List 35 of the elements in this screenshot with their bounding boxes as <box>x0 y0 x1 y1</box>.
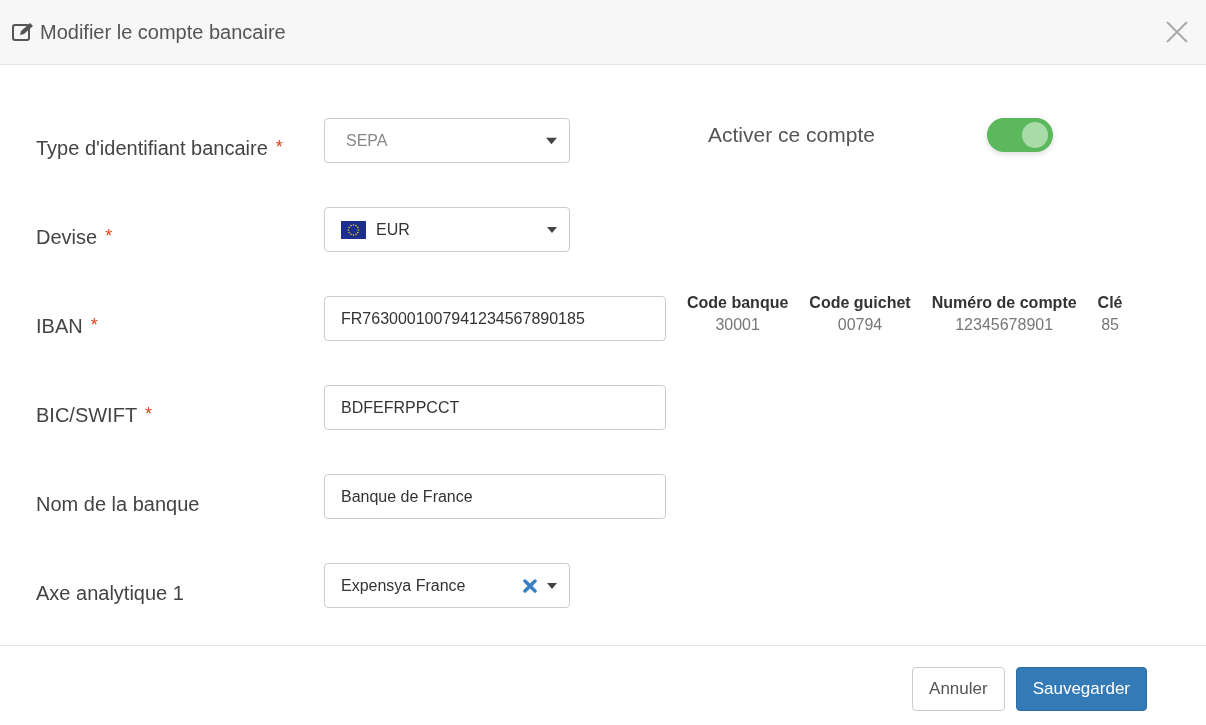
save-button[interactable]: Sauvegarder <box>1015 667 1147 711</box>
text-field[interactable]: Banque de France <box>324 474 666 519</box>
detail-heading: Code banque <box>687 293 789 312</box>
dialog-title: Modifier le compte bancaire <box>40 20 287 44</box>
currency-select[interactable]: EUR <box>324 207 570 252</box>
detail-heading: Code guichet <box>809 293 911 312</box>
caret-icon <box>546 135 557 146</box>
required-mark: * <box>90 315 98 336</box>
field-label: Axe analytique 1 <box>36 582 184 605</box>
required-mark: * <box>145 404 153 425</box>
text-field[interactable]: FR7630001007941234567890185 <box>324 296 666 341</box>
toggle-switch[interactable] <box>986 117 1053 152</box>
required-mark: * <box>105 226 113 247</box>
close-icon <box>1166 21 1188 43</box>
toggle-label: Activer ce compte <box>708 122 875 147</box>
caret-icon <box>547 226 557 233</box>
field-label: Type d'identifiant bancaire <box>36 137 268 160</box>
detail-value: 85 <box>1101 315 1119 334</box>
detail-value: 30001 <box>715 315 760 334</box>
detail-heading: Clé <box>1097 293 1123 312</box>
field-label: IBAN <box>36 315 83 338</box>
required-mark: * <box>275 137 283 158</box>
text-field[interactable]: BDFEFRPPCCT <box>324 385 666 430</box>
detail-value: 00794 <box>837 315 883 334</box>
cancel-button[interactable]: Annuler <box>912 667 1005 711</box>
field-label: BIC/SWIFT <box>36 404 138 427</box>
detail-value: 12345678901 <box>955 315 1054 334</box>
edit-icon <box>12 22 34 42</box>
detail-heading: Numéro de compte <box>931 293 1077 312</box>
field-label: Nom de la banque <box>36 493 200 516</box>
caret-icon <box>547 582 557 589</box>
field-label: Devise <box>36 226 98 249</box>
flag-icon <box>341 220 366 239</box>
select-field[interactable]: Expensya France <box>324 563 570 608</box>
clear-icon[interactable] <box>523 578 537 593</box>
